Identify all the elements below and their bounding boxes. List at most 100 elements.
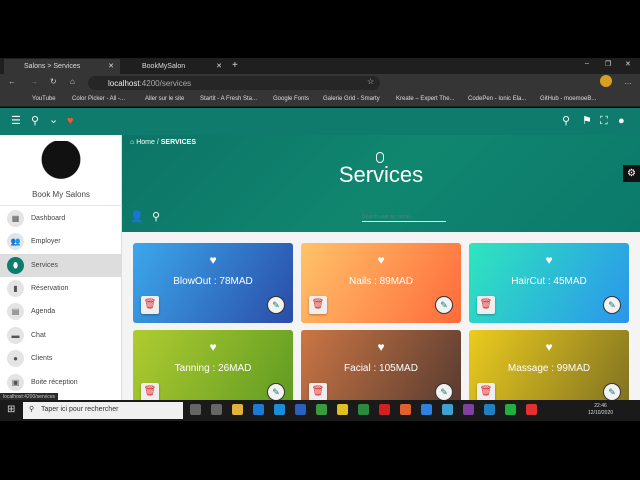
bookmark[interactable]: Google Fonts bbox=[273, 96, 309, 102]
delete-button[interactable]: 🗑 bbox=[141, 296, 159, 314]
close-tab-icon[interactable]: ✕ bbox=[108, 62, 114, 70]
sidebar-item-clients[interactable]: ● Clients bbox=[0, 347, 122, 370]
fullscreen-icon[interactable]: ⛶ bbox=[600, 116, 608, 127]
menu-icon[interactable]: ☰ bbox=[11, 116, 21, 127]
bookmarks-bar: YouTube Color Picker - All -... Aller su… bbox=[0, 92, 640, 107]
sidebar-item-services[interactable]: ⬮ Services bbox=[0, 254, 122, 277]
favorite-icon[interactable]: ☆ bbox=[367, 77, 374, 86]
taskbar-app-icon[interactable] bbox=[421, 404, 432, 415]
sidebar-item-agenda[interactable]: ▤ Agenda bbox=[0, 300, 122, 323]
clock[interactable]: 22:46 12/10/2020 bbox=[588, 403, 613, 417]
taskbar-app-icon[interactable] bbox=[505, 404, 516, 415]
page-banner: ⌂ Home / SERVICES Services 👤 ⚲ ⚙ bbox=[122, 135, 640, 232]
taskbar-app-icon[interactable] bbox=[211, 404, 222, 415]
delete-button[interactable]: 🗑 bbox=[309, 296, 327, 314]
taskbar-app-icon[interactable] bbox=[484, 404, 495, 415]
taskbar-app-icon[interactable] bbox=[463, 404, 474, 415]
book-icon: ▮ bbox=[7, 280, 24, 297]
edit-button[interactable]: ✎ bbox=[435, 296, 453, 314]
trash-icon: 🗑 bbox=[479, 299, 493, 310]
restore-icon[interactable]: ❐ bbox=[605, 60, 611, 68]
delete-button[interactable]: 🗑 bbox=[141, 383, 159, 401]
close-window-icon[interactable]: ✕ bbox=[625, 60, 631, 68]
chat-icon: ▬ bbox=[7, 327, 24, 344]
heart-icon[interactable]: ♥ bbox=[301, 340, 461, 354]
taskbar-app-icon[interactable] bbox=[379, 404, 390, 415]
add-user-icon[interactable]: 👤 bbox=[130, 212, 144, 223]
heart-icon[interactable]: ♥ bbox=[469, 253, 629, 267]
service-title: HairCut : 45MAD bbox=[511, 276, 587, 287]
sidebar-item-reservation[interactable]: ▮ Réservation bbox=[0, 277, 122, 300]
address-bar-row: ← → ↻ ⌂ localhost:4200/services ☆ … bbox=[0, 74, 640, 92]
divider bbox=[0, 205, 122, 206]
taskbar-app-icon[interactable] bbox=[316, 404, 327, 415]
home-icon[interactable]: ⌂ bbox=[70, 77, 75, 86]
taskbar-app-icon[interactable] bbox=[442, 404, 453, 415]
browser-tab[interactable]: Salons > Services ✕ bbox=[4, 59, 120, 74]
sidebar-item-inbox[interactable]: ▣ Boite réception bbox=[0, 371, 122, 394]
browser-tab[interactable]: BookMySalon ✕ bbox=[122, 59, 228, 74]
person-icon: ● bbox=[7, 350, 24, 367]
sidebar-item-employer[interactable]: 👥 Employer bbox=[0, 230, 122, 253]
taskbar-app-icon[interactable] bbox=[526, 404, 537, 415]
pin-off-icon[interactable]: ⚲ bbox=[31, 116, 39, 127]
heart-icon[interactable]: ♥ bbox=[133, 340, 293, 354]
close-tab-icon[interactable]: ✕ bbox=[216, 62, 222, 70]
taskbar-app-icon[interactable] bbox=[253, 404, 264, 415]
taskbar-app-icon[interactable] bbox=[232, 404, 243, 415]
url-input[interactable]: localhost:4200/services bbox=[88, 76, 380, 90]
taskbar-app-icon[interactable] bbox=[400, 404, 411, 415]
windows-start-icon[interactable]: ⊞ bbox=[7, 404, 15, 415]
bookmark[interactable]: Startit - A Fresh Sta... bbox=[200, 96, 257, 102]
inbox-icon: ▣ bbox=[7, 374, 24, 391]
delete-button[interactable]: 🗑 bbox=[309, 383, 327, 401]
search-user-input[interactable] bbox=[362, 212, 446, 222]
bookmark[interactable]: Aller sur le site bbox=[145, 96, 184, 102]
heart-icon[interactable]: ♥ bbox=[301, 253, 461, 267]
breadcrumb-home[interactable]: Home bbox=[136, 139, 155, 146]
bookmark[interactable]: YouTube bbox=[32, 96, 56, 102]
page-title: Services bbox=[338, 162, 424, 187]
heart-icon[interactable]: ♥ bbox=[133, 253, 293, 267]
chevron-down-icon[interactable]: ⌄ bbox=[49, 115, 58, 126]
edit-button[interactable]: ✎ bbox=[267, 383, 285, 401]
bookmark[interactable]: GitHub - moemoeB... bbox=[540, 96, 596, 102]
account-icon[interactable]: ● bbox=[618, 116, 625, 127]
bookmark[interactable]: CodePen - Ionic Ela... bbox=[468, 96, 526, 102]
edit-button[interactable]: ✎ bbox=[603, 296, 621, 314]
taskbar-search[interactable]: ⚲ Taper ici pour rechercher bbox=[23, 402, 183, 419]
delete-button[interactable]: 🗑 bbox=[477, 383, 495, 401]
pencil-icon: ✎ bbox=[440, 387, 448, 397]
taskbar-app-icon[interactable] bbox=[295, 404, 306, 415]
refresh-icon[interactable]: ↻ bbox=[50, 77, 57, 86]
taskbar-app-icon[interactable] bbox=[337, 404, 348, 415]
app-header: ☰ ⚲ ⌄ ♥ ⚲ ⚑ ⛶ ● bbox=[0, 108, 640, 135]
more-icon[interactable]: … bbox=[624, 77, 632, 86]
bookmark[interactable]: Kreate – Expert The... bbox=[396, 96, 455, 102]
sidebar-item-dashboard[interactable]: ▦ Dashboard bbox=[0, 207, 122, 230]
back-icon[interactable]: ← bbox=[8, 77, 16, 86]
edit-button[interactable]: ✎ bbox=[435, 383, 453, 401]
taskbar-app-icon[interactable] bbox=[274, 404, 285, 415]
taskbar-app-icon[interactable] bbox=[358, 404, 369, 415]
edit-button[interactable]: ✎ bbox=[603, 383, 621, 401]
flag-icon[interactable]: ⚑ bbox=[582, 116, 592, 127]
bookmark[interactable]: Galerie Grid - Smarty bbox=[323, 96, 380, 102]
delete-button[interactable]: 🗑 bbox=[477, 296, 495, 314]
search-icon[interactable]: ⚲ bbox=[562, 116, 570, 127]
edit-button[interactable]: ✎ bbox=[267, 296, 285, 314]
people-icon: 👥 bbox=[7, 233, 24, 250]
bookmark[interactable]: Color Picker - All -... bbox=[72, 96, 125, 102]
search-icon[interactable]: ⚲ bbox=[152, 212, 160, 223]
pencil-icon: ✎ bbox=[272, 300, 280, 310]
profile-avatar[interactable] bbox=[600, 75, 612, 87]
taskbar-app-icon[interactable] bbox=[190, 404, 201, 415]
forward-icon[interactable]: → bbox=[30, 77, 38, 86]
new-tab-icon[interactable]: + bbox=[232, 60, 238, 71]
settings-gear-button[interactable]: ⚙ bbox=[623, 165, 640, 182]
heart-icon[interactable]: ♥ bbox=[469, 340, 629, 354]
minimize-icon[interactable]: – bbox=[585, 60, 589, 67]
sidebar-item-chat[interactable]: ▬ Chat bbox=[0, 324, 122, 347]
pencil-icon: ✎ bbox=[440, 300, 448, 310]
heart-icon[interactable]: ♥ bbox=[67, 116, 74, 127]
